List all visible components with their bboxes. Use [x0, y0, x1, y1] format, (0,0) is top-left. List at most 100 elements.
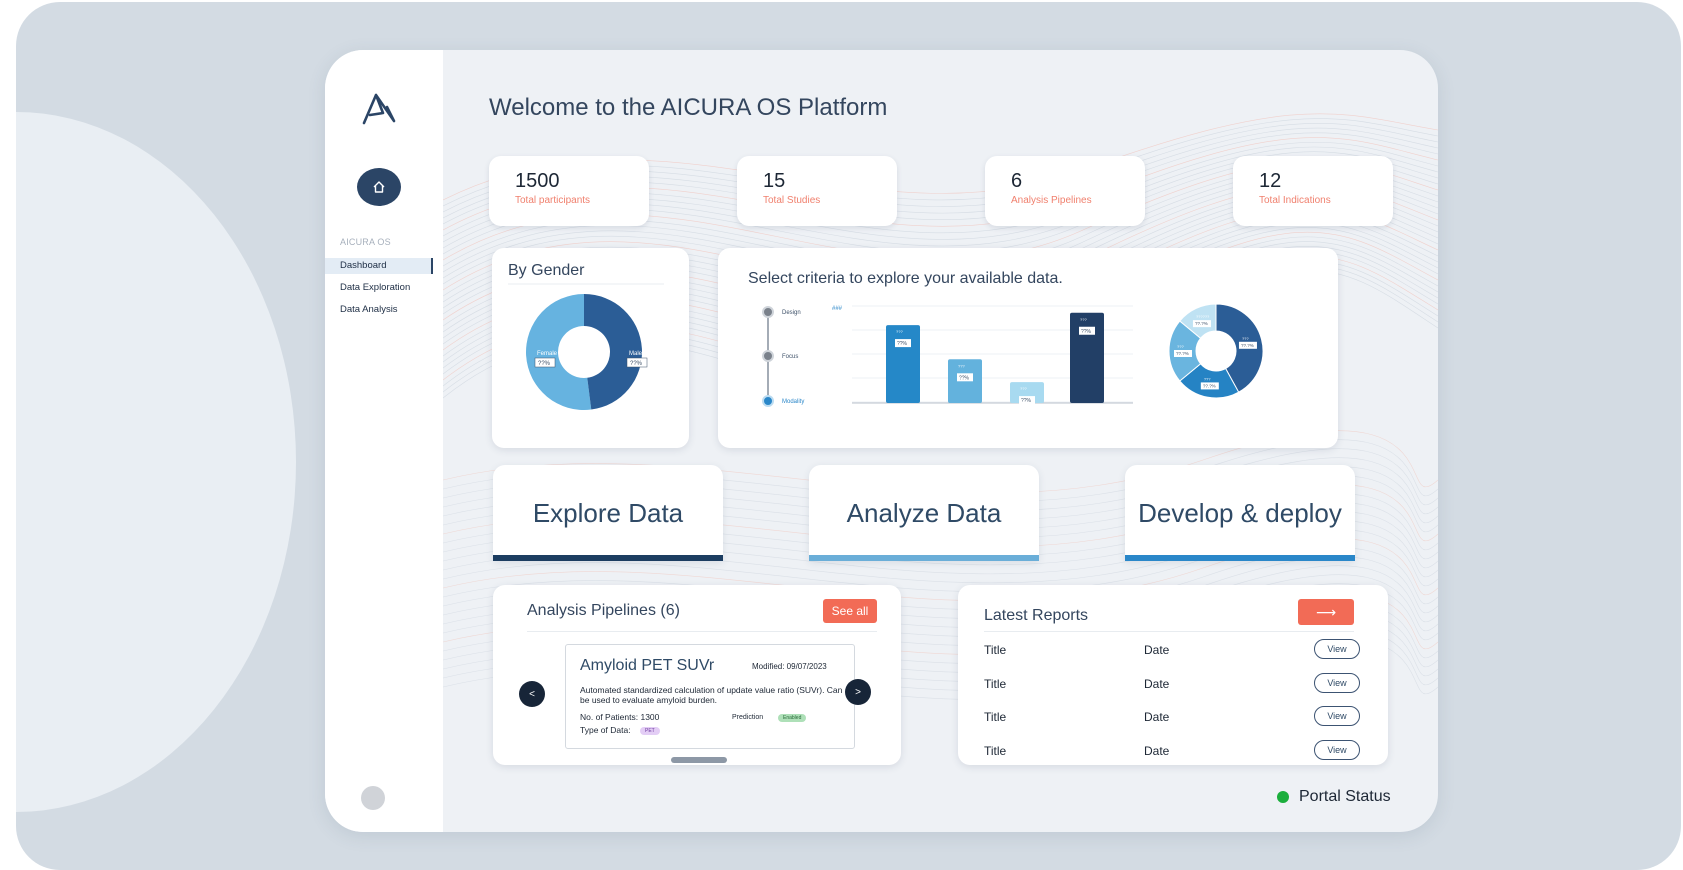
reports-panel: Latest Reports ⟶ Title Date View Title D… [958, 585, 1388, 765]
donut-slice-female [525, 294, 592, 410]
carousel-prev-button[interactable]: < [519, 681, 545, 707]
stat-card-pipelines[interactable]: 6 Analysis Pipelines [985, 156, 1145, 226]
female-label: Female [537, 351, 558, 357]
avatar[interactable] [361, 786, 385, 810]
sidebar-item-data-exploration[interactable]: Data Exploration [325, 280, 433, 296]
report-date: Date [1144, 677, 1170, 691]
criteria-step-design[interactable]: Design [762, 306, 801, 318]
stat-value: 1500 [515, 170, 560, 192]
report-date: Date [1144, 710, 1170, 724]
portal-status-label: Portal Status [1299, 788, 1391, 805]
stat-card-participants[interactable]: 1500 Total participants [489, 156, 649, 226]
criteria-step-modality[interactable]: Modality [762, 395, 804, 407]
donut-slice-tag: ?????? [1196, 314, 1210, 319]
stat-label: Analysis Pipelines [1011, 195, 1092, 206]
report-row: Title Date View [984, 706, 1360, 732]
bar-tag: ??? [1020, 386, 1027, 391]
bar-legend-tag: ### [832, 306, 843, 312]
reports-more-button[interactable]: ⟶ [1298, 599, 1354, 625]
data-type-badge: PET [640, 727, 660, 735]
view-report-button[interactable]: View [1314, 639, 1360, 659]
page-title: Welcome to the AICURA OS Platform [489, 94, 888, 121]
bar[interactable] [886, 325, 920, 403]
portal-status[interactable]: Portal Status [1277, 788, 1391, 806]
report-title: Title [984, 643, 1007, 657]
stat-card-indications[interactable]: 12 Total Indications [1233, 156, 1393, 226]
pipeline-name: Amyloid PET SUVr [580, 657, 715, 674]
pipeline-modified: Modified: 09/07/2023 [752, 662, 827, 671]
female-value: ??% [538, 361, 551, 367]
home-button[interactable] [357, 168, 401, 206]
explore-charts: Design Focus Modality ### ?????%?????%??… [762, 303, 1264, 407]
pipeline-description: Automated standardized calculation of up… [580, 685, 843, 705]
bar-tag: ??? [958, 363, 965, 368]
status-indicator-dot [1277, 791, 1289, 803]
action-accent-bar [1125, 555, 1355, 561]
donut-slice-tag: ??? [1204, 376, 1211, 381]
bar-label: ??% [1081, 329, 1092, 335]
pipeline-patients: No. of Patients: 1300 [580, 712, 660, 722]
sidebar-item-data-analysis[interactable]: Data Analysis [325, 302, 433, 318]
view-report-button[interactable]: View [1314, 740, 1360, 760]
see-all-button[interactable]: See all [823, 599, 877, 623]
action-label: Explore Data [532, 497, 684, 528]
view-report-button[interactable]: View [1314, 706, 1360, 726]
criteria-label: Design [782, 310, 801, 316]
carousel-pagination[interactable] [671, 757, 727, 763]
analyze-data-card[interactable]: Analyze Data [809, 465, 1039, 561]
bar-tag: ??? [896, 329, 903, 334]
reports-panel-title: Latest Reports [984, 607, 1089, 624]
bar-tag: ??? [1080, 317, 1087, 322]
stat-label: Total Studies [763, 195, 821, 206]
gender-donut-chart: Female ??% Male ??% [508, 283, 664, 410]
action-label: Develop & deploy [1138, 497, 1342, 528]
donut-slice-tag: ??? [1242, 336, 1249, 341]
backdrop-glow [16, 112, 296, 812]
prediction-status-badge: Enabled [778, 714, 807, 722]
view-report-button[interactable]: View [1314, 673, 1360, 693]
action-label: Analyze Data [846, 497, 1002, 528]
bar[interactable] [1070, 312, 1104, 403]
develop-deploy-card[interactable]: Develop & deploy [1125, 465, 1355, 561]
device-frame: AICURA OS Dashboard Data Exploration Dat… [325, 50, 1438, 832]
gender-panel: By Gender Female ??% Male ??% [492, 248, 689, 448]
report-row: Title Date View [984, 639, 1360, 665]
criteria-label: Modality [782, 399, 804, 405]
bar-label: ??% [959, 375, 970, 381]
donut-slice-label: ??.?% [1195, 321, 1208, 326]
pipelines-panel-title: Analysis Pipelines (6) [527, 602, 680, 619]
donut-slice-label: ??.?% [1176, 351, 1189, 356]
home-icon [373, 181, 385, 193]
sidebar: AICURA OS Dashboard Data Exploration Dat… [325, 50, 443, 832]
male-label: Male [629, 351, 643, 357]
male-value: ??% [630, 361, 643, 367]
report-title: Title [984, 677, 1007, 691]
data-type-label: Type of Data: [580, 725, 631, 735]
criteria-step-focus[interactable]: Focus [762, 350, 798, 362]
stat-value: 15 [763, 170, 786, 192]
sidebar-item-dashboard[interactable]: Dashboard [325, 258, 433, 274]
aicura-logo-icon [362, 93, 396, 125]
donut-slice-label: ??.?% [1241, 343, 1254, 348]
action-accent-bar [493, 555, 723, 561]
report-date: Date [1144, 643, 1170, 657]
prediction-label: Prediction [732, 714, 764, 721]
carousel-next-button[interactable]: > [845, 679, 871, 705]
main-content: Welcome to the AICURA OS Platform 1500 T… [443, 50, 1438, 832]
stat-value: 12 [1259, 170, 1282, 192]
report-row: Title Date View [984, 673, 1360, 699]
nav-section-label: AICURA OS [340, 237, 391, 247]
stat-label: Total Indications [1259, 195, 1331, 206]
bar-label: ??% [897, 341, 908, 347]
explore-panel: Select criteria to explore your availabl… [718, 248, 1338, 448]
criteria-label: Focus [782, 354, 798, 360]
divider [984, 631, 1354, 632]
stat-label: Total participants [515, 195, 591, 206]
explore-data-card[interactable]: Explore Data [493, 465, 723, 561]
stat-card-studies[interactable]: 15 Total Studies [737, 156, 897, 226]
report-title: Title [984, 710, 1007, 724]
pipelines-panel: Analysis Pipelines (6) See all < Amyloid… [493, 585, 901, 765]
pipeline-card[interactable]: Amyloid PET SUVr Modified: 09/07/2023 Au… [565, 644, 855, 749]
report-row: Title Date View [984, 740, 1360, 766]
donut-slice-tag: ??? [1177, 344, 1184, 349]
